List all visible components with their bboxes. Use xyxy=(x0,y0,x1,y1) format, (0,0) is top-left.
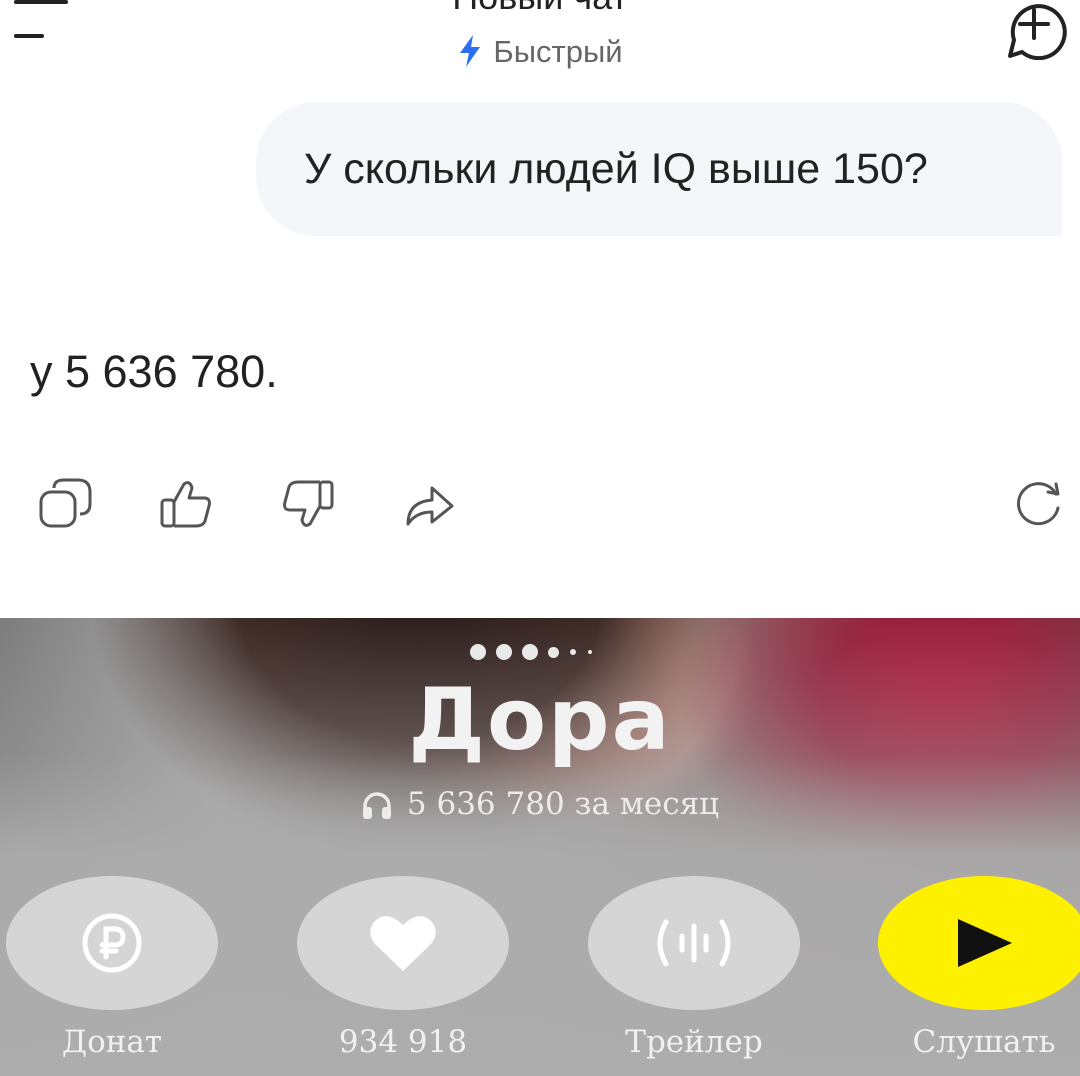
thumbs-down-icon xyxy=(283,480,334,527)
headphones-icon xyxy=(362,792,391,819)
donate-button[interactable] xyxy=(6,876,218,1010)
chat-title: Новый чат xyxy=(0,0,1080,15)
regenerate-icon xyxy=(1017,482,1060,526)
mode-label: Быстрый xyxy=(493,34,623,69)
trailer-icon xyxy=(657,919,731,967)
trailer-button[interactable] xyxy=(588,876,800,1010)
chat-header: Новый чат Быстрый xyxy=(0,0,1080,90)
listen-label: Слушать xyxy=(912,1024,1056,1060)
regenerate-button[interactable] xyxy=(1010,476,1066,532)
heart-icon xyxy=(370,916,436,971)
lightning-icon xyxy=(460,35,481,67)
monthly-listeners: 5 636 780 за месяц xyxy=(0,784,1080,824)
play-icon xyxy=(958,919,1012,967)
like-artist-button[interactable] xyxy=(297,876,509,1010)
share-icon xyxy=(406,486,454,526)
trailer-label: Трейлер xyxy=(625,1024,763,1060)
ruble-icon xyxy=(82,913,142,973)
copy-icon xyxy=(39,478,92,528)
new-chat-icon xyxy=(1008,4,1067,61)
copy-button[interactable] xyxy=(38,476,94,532)
donate-label: Донат xyxy=(61,1024,163,1060)
share-button[interactable] xyxy=(400,476,456,532)
likes-count: 934 918 xyxy=(338,1024,468,1060)
thumbs-up-icon xyxy=(160,481,211,528)
dislike-button[interactable] xyxy=(280,476,336,532)
listen-button[interactable] xyxy=(878,876,1080,1010)
artist-name: Дора xyxy=(408,670,672,770)
new-chat-button[interactable] xyxy=(1000,0,1068,61)
assistant-answer: у 5 636 780. xyxy=(30,346,278,397)
artist-card[interactable]: Дора 5 636 780 за месяц Донат 934 918 Тр… xyxy=(0,618,1080,1076)
user-message: У скольки людей IQ выше 150? xyxy=(256,102,1062,236)
mode-selector[interactable]: Быстрый xyxy=(0,34,1080,70)
like-button[interactable] xyxy=(158,476,214,532)
listeners-text: 5 636 780 за месяц xyxy=(406,786,720,822)
